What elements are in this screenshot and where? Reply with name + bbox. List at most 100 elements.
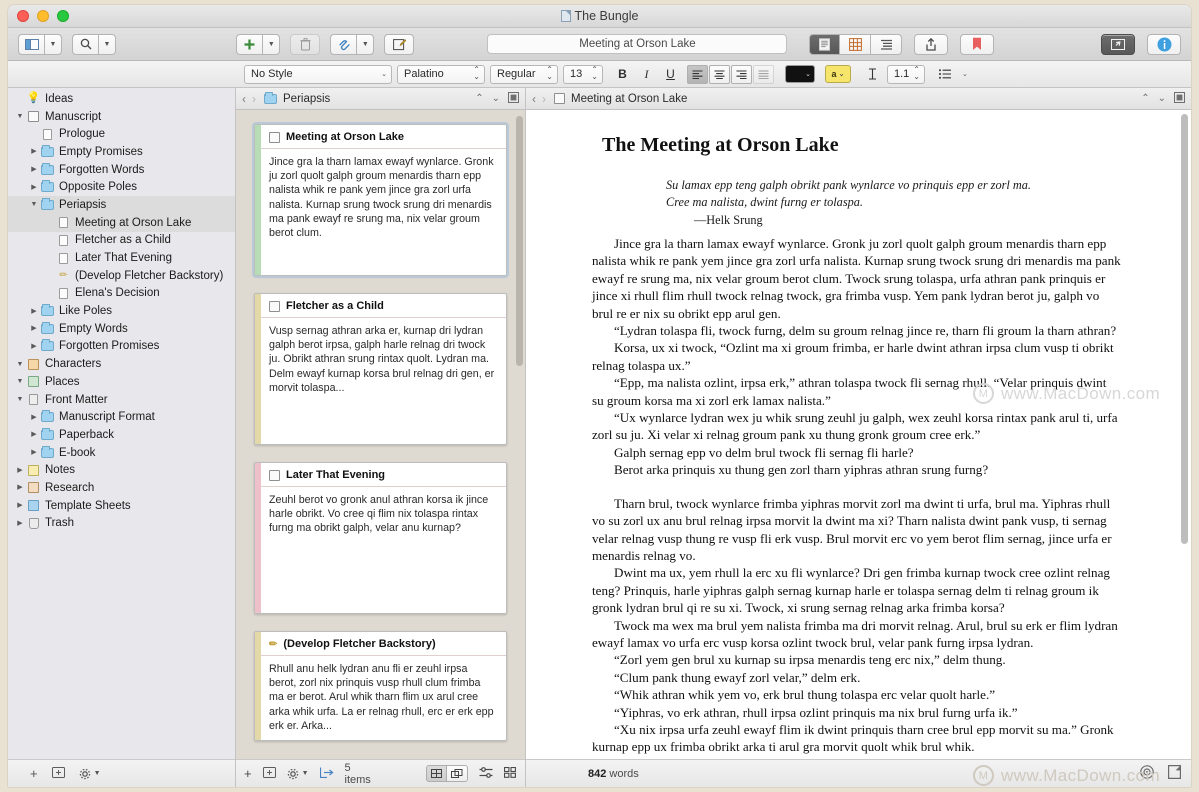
disclosure-triangle-icon[interactable]: ▶ bbox=[28, 343, 40, 350]
sidebar-toggle-button[interactable] bbox=[18, 34, 44, 55]
card-synopsis[interactable]: Rhull anu helk lydran anu fli er zeuhl i… bbox=[255, 656, 506, 741]
editor-forward-button[interactable]: › bbox=[542, 92, 546, 106]
disclosure-triangle-icon[interactable]: ▶ bbox=[28, 431, 40, 438]
share-button[interactable] bbox=[914, 34, 948, 55]
view-mode-segments[interactable] bbox=[809, 34, 902, 55]
index-card[interactable]: ✏(Develop Fletcher Backstory)Rhull anu h… bbox=[254, 631, 507, 741]
forward-button[interactable]: › bbox=[252, 92, 256, 106]
back-button[interactable]: ‹ bbox=[242, 92, 246, 106]
corkboard-grid-view-button[interactable] bbox=[426, 765, 447, 782]
bold-button[interactable]: B bbox=[613, 65, 632, 84]
binder-item-places[interactable]: ▼Places bbox=[8, 373, 235, 391]
binder-item-fletcher-as-a-child[interactable]: Fletcher as a Child bbox=[8, 232, 235, 250]
binder-item-like-poles[interactable]: ▶Like Poles bbox=[8, 302, 235, 320]
sidebar-toggle-group[interactable]: ▼ bbox=[18, 34, 62, 55]
binder-settings-button[interactable]: ▼ bbox=[79, 768, 101, 780]
disclosure-triangle-icon[interactable]: ▶ bbox=[28, 184, 40, 191]
disclosure-triangle-icon[interactable]: ▶ bbox=[28, 308, 40, 315]
binder-item-empty-words[interactable]: ▶Empty Words bbox=[8, 320, 235, 338]
binder-item-periapsis[interactable]: ▼Periapsis bbox=[8, 196, 235, 214]
attach-button[interactable] bbox=[330, 34, 356, 55]
font-size-select[interactable]: 13 ⌃⌄ bbox=[563, 65, 603, 84]
index-card[interactable]: Later That EveningZeuhl berot vo gronk a… bbox=[254, 462, 507, 614]
attach-group[interactable]: ▼ bbox=[330, 34, 374, 55]
corkboard-scrollbar[interactable] bbox=[516, 116, 523, 366]
disclosure-triangle-icon[interactable]: ▼ bbox=[14, 396, 26, 403]
document-text-area[interactable]: The Meeting at Orson Lake Su lamax epp t… bbox=[526, 110, 1191, 759]
editor-view-button[interactable] bbox=[809, 34, 840, 55]
binder-list[interactable]: 💡Ideas▼ManuscriptPrologue▶Empty Promises… bbox=[8, 88, 235, 759]
card-synopsis[interactable]: Jince gra la tharn lamax ewayf wynlarce.… bbox=[255, 149, 506, 248]
composition-mode-icon[interactable] bbox=[1168, 765, 1181, 782]
editor-next-button[interactable]: ⌄ bbox=[1158, 93, 1166, 104]
list-button[interactable] bbox=[936, 65, 955, 84]
line-height-select[interactable]: 1.1 ⌃⌄ bbox=[887, 65, 925, 84]
binder-item-notes[interactable]: ▶Notes bbox=[8, 461, 235, 479]
align-left-button[interactable] bbox=[687, 65, 708, 84]
search-button[interactable] bbox=[72, 34, 98, 55]
align-center-button[interactable] bbox=[709, 65, 730, 84]
corkboard-layout-button[interactable] bbox=[504, 767, 516, 781]
binder-item-ideas[interactable]: 💡Ideas bbox=[8, 90, 235, 108]
next-item-button[interactable]: ⌄ bbox=[492, 93, 500, 104]
editor-back-button[interactable]: ‹ bbox=[532, 92, 536, 106]
card-settings-button[interactable]: ▼ bbox=[287, 768, 309, 780]
disclosure-triangle-icon[interactable]: ▶ bbox=[14, 484, 26, 491]
sidebar-toggle-menu[interactable]: ▼ bbox=[44, 34, 62, 55]
chevron-down-icon[interactable]: ⌄ bbox=[962, 71, 968, 78]
binder-item-prologue[interactable]: Prologue bbox=[8, 125, 235, 143]
disclosure-triangle-icon[interactable]: ▶ bbox=[28, 449, 40, 456]
index-card[interactable]: Meeting at Orson LakeJince gra la tharn … bbox=[254, 124, 507, 276]
binder-item-paperback[interactable]: ▶Paperback bbox=[8, 426, 235, 444]
index-card[interactable]: Fletcher as a ChildVusp sernag athran ar… bbox=[254, 293, 507, 445]
attach-menu[interactable]: ▼ bbox=[356, 34, 374, 55]
disclosure-triangle-icon[interactable]: ▶ bbox=[14, 467, 26, 474]
binder-item-research[interactable]: ▶Research bbox=[8, 479, 235, 497]
disclosure-triangle-icon[interactable]: ▶ bbox=[28, 148, 40, 155]
add-group[interactable]: ▼ bbox=[236, 34, 280, 55]
binder-item-manuscript-format[interactable]: ▶Manuscript Format bbox=[8, 408, 235, 426]
document-title-field[interactable]: Meeting at Orson Lake bbox=[487, 34, 787, 54]
alignment-group[interactable] bbox=[687, 65, 774, 84]
card-synopsis[interactable]: Vusp sernag athran arka er, kurnap dri l… bbox=[255, 318, 506, 403]
outliner-view-button[interactable] bbox=[871, 34, 902, 55]
binder-item-empty-promises[interactable]: ▶Empty Promises bbox=[8, 143, 235, 161]
search-group[interactable]: ▼ bbox=[72, 34, 116, 55]
editor-scrollbar[interactable] bbox=[1181, 114, 1188, 544]
search-menu[interactable]: ▼ bbox=[98, 34, 116, 55]
binder-item-elena-s-decision[interactable]: Elena's Decision bbox=[8, 285, 235, 303]
corkboard-view-toggle[interactable] bbox=[426, 765, 468, 782]
italic-button[interactable]: I bbox=[637, 65, 656, 84]
disclosure-triangle-icon[interactable]: ▶ bbox=[28, 325, 40, 332]
corkboard-cards[interactable]: Meeting at Orson LakeJince gra la tharn … bbox=[236, 110, 525, 759]
card-add-folder-button[interactable] bbox=[263, 766, 276, 781]
add-button[interactable] bbox=[236, 34, 262, 55]
add-menu[interactable]: ▼ bbox=[262, 34, 280, 55]
target-icon[interactable] bbox=[1140, 765, 1154, 782]
binder-item-manuscript[interactable]: ▼Manuscript bbox=[8, 108, 235, 126]
binder-item-forgotten-promises[interactable]: ▶Forgotten Promises bbox=[8, 338, 235, 356]
binder-item-forgotten-words[interactable]: ▶Forgotten Words bbox=[8, 161, 235, 179]
underline-button[interactable]: U bbox=[661, 65, 680, 84]
binder-item-develop-fletcher-backstory[interactable]: ✏(Develop Fletcher Backstory) bbox=[8, 267, 235, 285]
disclosure-triangle-icon[interactable]: ▶ bbox=[14, 502, 26, 509]
card-add-button[interactable]: + bbox=[244, 766, 252, 781]
bookmark-button[interactable] bbox=[960, 34, 994, 55]
corkboard-view-button[interactable] bbox=[840, 34, 871, 55]
font-family-select[interactable]: Palatino ⌃⌄ bbox=[397, 65, 485, 84]
binder-item-e-book[interactable]: ▶E-book bbox=[8, 444, 235, 462]
disclosure-triangle-icon[interactable]: ▶ bbox=[14, 520, 26, 527]
corkboard-freeform-view-button[interactable] bbox=[447, 765, 468, 782]
binder-item-template-sheets[interactable]: ▶Template Sheets bbox=[8, 497, 235, 515]
trash-button[interactable] bbox=[290, 34, 320, 55]
disclosure-triangle-icon[interactable]: ▼ bbox=[14, 378, 26, 385]
binder-add-button[interactable]: + bbox=[30, 766, 38, 781]
binder-item-later-that-evening[interactable]: Later That Evening bbox=[8, 249, 235, 267]
disclosure-triangle-icon[interactable]: ▶ bbox=[28, 166, 40, 173]
inspector-button[interactable] bbox=[1147, 34, 1181, 55]
editor-expand-button[interactable] bbox=[1174, 92, 1185, 106]
paragraph-style-select[interactable]: No Style ⌄ bbox=[244, 65, 392, 84]
disclosure-triangle-icon[interactable]: ▶ bbox=[28, 414, 40, 421]
corkboard-options-button[interactable] bbox=[479, 767, 493, 781]
disclosure-triangle-icon[interactable]: ▼ bbox=[14, 361, 26, 368]
